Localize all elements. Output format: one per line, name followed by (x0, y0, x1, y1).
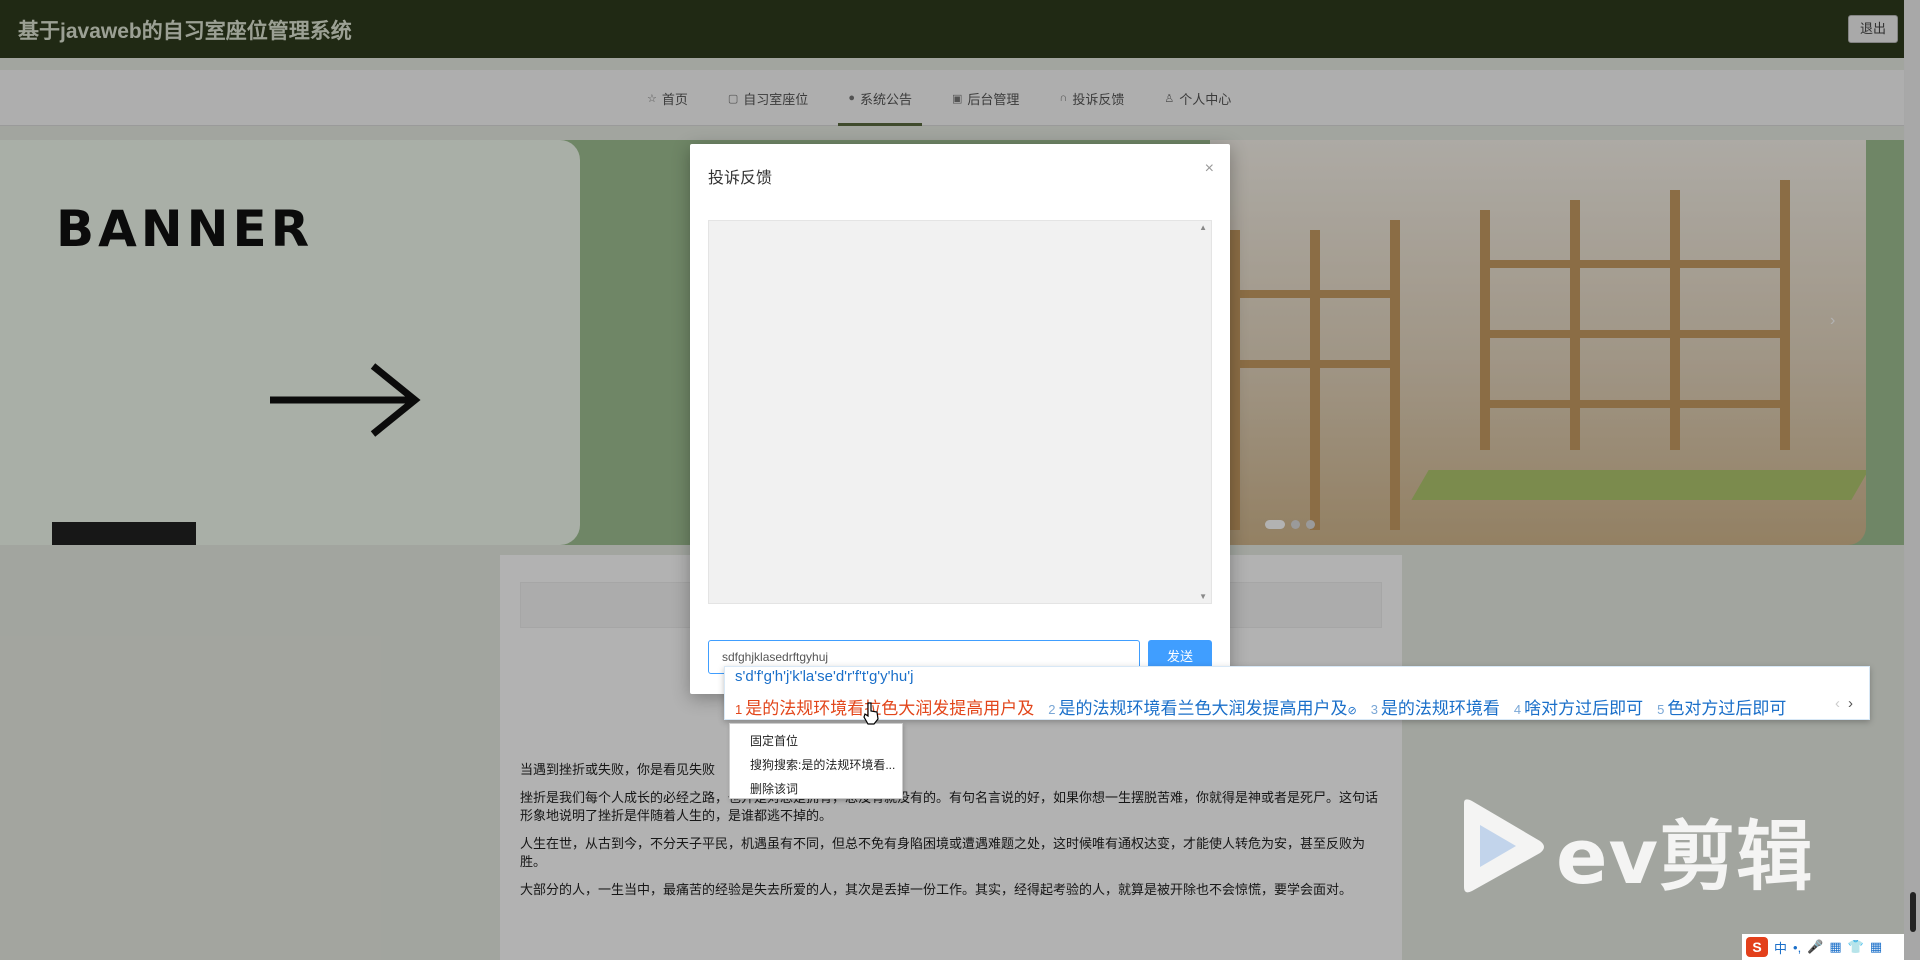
verified-icon: ⊘ (1347, 705, 1357, 717)
menu-item-sogou-search[interactable]: 搜狗搜索:是的法规环境看... (750, 753, 902, 777)
close-icon[interactable]: × (1205, 160, 1214, 178)
ime-candidate-window: s'd'f'g'h'j'k'la'se'd'r'f't'g'y'hu'j 1 是的… (724, 666, 1870, 720)
ime-mode-indicator[interactable]: 中 (1774, 938, 1787, 957)
watermark-text: ev剪辑 (1556, 812, 1814, 901)
skin-icon[interactable]: 👕 (1848, 939, 1864, 955)
microphone-icon[interactable]: 🎤 (1807, 939, 1823, 955)
ime-candidate[interactable]: 3 是的法规环境看 (1371, 694, 1500, 719)
feedback-modal: 投诉反馈 × ▲ ▼ sdfghjklasedrftgyhuj 发送 (690, 144, 1230, 694)
system-tray: S 中 •, 🎤 ▦ 👕 ▦ (1742, 934, 1904, 960)
keyboard-icon[interactable]: ▦ (1829, 939, 1841, 955)
ime-candidate[interactable]: 2 是的法规环境看兰色大润发提高用户及⊘ (1048, 694, 1356, 719)
ime-candidate[interactable]: 4 啥对方过后即可 (1514, 694, 1643, 719)
sogou-logo-icon[interactable]: S (1746, 937, 1768, 957)
scroll-down-icon[interactable]: ▼ (1199, 592, 1207, 601)
ime-next-page-icon[interactable]: › (1848, 695, 1853, 712)
ime-prev-page-icon[interactable]: ‹ (1835, 695, 1840, 712)
toolbox-icon[interactable]: ▦ (1870, 939, 1882, 955)
ime-context-menu: 固定首位 搜狗搜索:是的法规环境看... 删除该词 (729, 723, 903, 799)
hand-cursor-icon (863, 702, 879, 725)
punctuation-icon[interactable]: •, (1793, 940, 1801, 955)
modal-title: 投诉反馈 (708, 170, 773, 187)
menu-item-delete-word[interactable]: 删除该词 (750, 777, 902, 801)
ime-pinyin: s'd'f'g'h'j'k'la'se'd'r'f't'g'y'hu'j (735, 668, 914, 685)
ime-candidate[interactable]: 1 是的法规环境看拉色大润发提高用户及 (735, 694, 1034, 719)
ime-candidate[interactable]: 5 色对方过后即可 (1657, 694, 1786, 719)
menu-item-pin-first[interactable]: 固定首位 (750, 729, 902, 753)
scroll-up-icon[interactable]: ▲ (1199, 223, 1207, 232)
message-list[interactable]: ▲ ▼ (708, 220, 1212, 604)
